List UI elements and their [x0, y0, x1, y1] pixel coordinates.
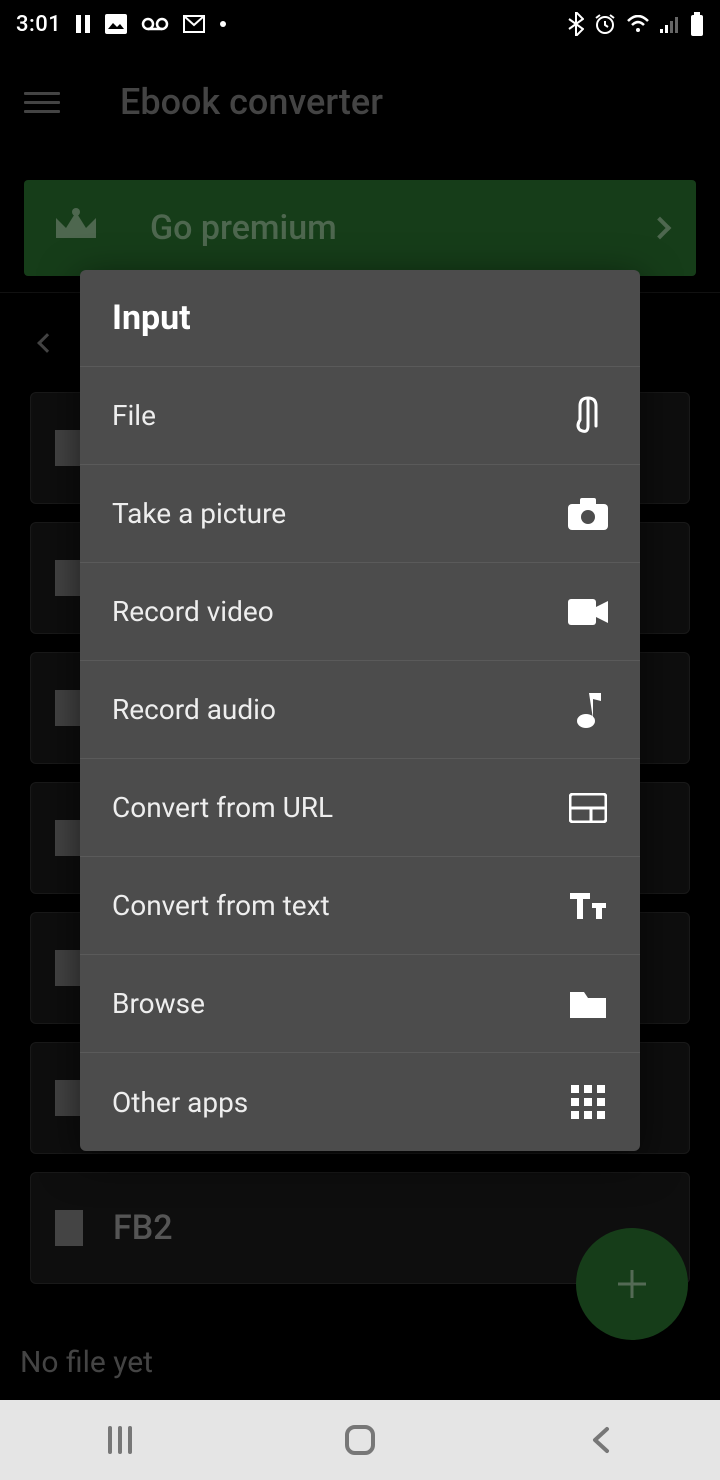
plus-icon [618, 1270, 646, 1298]
file-icon [55, 430, 83, 466]
camera-icon [568, 494, 608, 534]
app-body: Ebook converter Go premium FB2 No file y… [0, 48, 720, 1400]
input-dialog: Input File Take a picture Record video R… [80, 270, 640, 1151]
input-option-file[interactable]: File [80, 367, 640, 465]
image-icon [105, 14, 127, 34]
alarm-icon [594, 13, 616, 35]
video-icon [568, 592, 608, 632]
file-icon [55, 950, 83, 986]
system-nav-bar [0, 1400, 720, 1480]
file-icon [55, 820, 83, 856]
premium-banner[interactable]: Go premium [24, 180, 696, 276]
battery-icon [690, 12, 704, 36]
mail-icon [183, 15, 205, 33]
recents-button[interactable] [80, 1400, 160, 1480]
file-icon [55, 690, 83, 726]
music-note-icon [568, 690, 608, 730]
file-icon [55, 1080, 83, 1116]
attachment-icon [568, 396, 608, 436]
home-button[interactable] [320, 1400, 400, 1480]
web-icon [568, 788, 608, 828]
signal-icon [660, 15, 680, 33]
input-option-url[interactable]: Convert from URL [80, 759, 640, 857]
text-format-icon [568, 886, 608, 926]
dialog-title: Input [80, 270, 640, 367]
menu-icon[interactable] [24, 92, 60, 113]
chevron-left-icon [37, 333, 57, 353]
add-fab[interactable] [576, 1228, 688, 1340]
input-option-other-apps[interactable]: Other apps [80, 1053, 640, 1151]
voicemail-icon [141, 17, 169, 31]
pause-icon [75, 15, 91, 33]
empty-state-label: No file yet [0, 1325, 173, 1400]
grid-icon [568, 1082, 608, 1122]
input-option-text[interactable]: Convert from text [80, 857, 640, 955]
wifi-icon [626, 15, 650, 33]
clock: 3:01 [16, 12, 61, 37]
chevron-right-icon [649, 217, 672, 240]
toolbar: Ebook converter [0, 48, 720, 156]
file-icon [55, 1210, 83, 1246]
input-option-video[interactable]: Record video [80, 563, 640, 661]
crown-icon [52, 208, 100, 248]
status-bar: 3:01 [0, 0, 720, 48]
input-option-camera[interactable]: Take a picture [80, 465, 640, 563]
premium-label: Go premium [150, 208, 652, 248]
file-icon [55, 560, 83, 596]
input-option-audio[interactable]: Record audio [80, 661, 640, 759]
dot-icon [219, 20, 227, 28]
input-option-browse[interactable]: Browse [80, 955, 640, 1053]
bluetooth-icon [568, 12, 584, 36]
app-title: Ebook converter [120, 81, 383, 123]
back-button[interactable] [560, 1400, 640, 1480]
folder-icon [568, 984, 608, 1024]
